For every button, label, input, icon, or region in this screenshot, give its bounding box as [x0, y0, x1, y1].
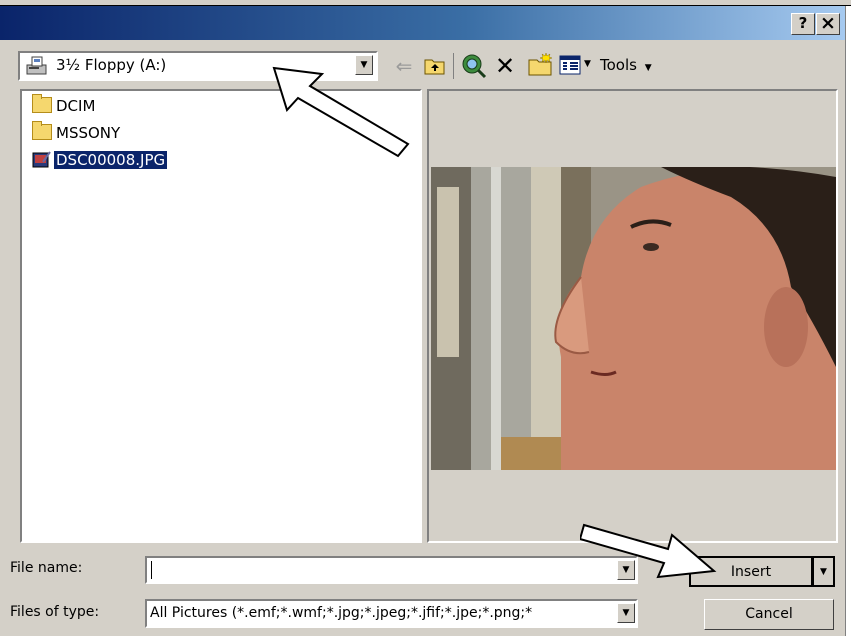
tools-chevron-down-icon: ▼ [644, 63, 652, 73]
text-cursor [151, 561, 152, 579]
files-of-type-value: All Pictures (*.emf;*.wmf;*.jpg;*.jpeg;*… [150, 605, 533, 621]
look-in-value: 3½ Floppy (A:) [56, 56, 167, 74]
files-of-type-label: Files of type: [10, 604, 100, 620]
title-bar [0, 6, 845, 40]
chevron-down-icon: ▼ [622, 608, 630, 618]
file-name: DCIM [56, 97, 96, 115]
close-button[interactable]: × [816, 13, 840, 35]
search-web-icon[interactable] [461, 53, 487, 79]
views-dropdown-icon[interactable]: ▼ [584, 59, 591, 69]
files-of-type-dropdown-button[interactable]: ▼ [617, 603, 635, 623]
help-button[interactable]: ? [791, 13, 815, 35]
close-icon: × [820, 12, 836, 34]
file-name: MSSONY [56, 124, 121, 142]
toolbar-separator [453, 53, 454, 79]
annotation-arrow-insert [580, 523, 717, 579]
file-name-label: File name: [10, 560, 83, 576]
insert-dropdown-button[interactable]: ▼ [813, 556, 835, 587]
folder-icon [32, 94, 52, 113]
chevron-down-icon: ▼ [820, 567, 827, 577]
views-icon[interactable] [559, 55, 581, 75]
preview-image [431, 167, 836, 470]
list-item-dsc00008[interactable]: DSC00008.JPG [32, 149, 168, 171]
floppy-drive-icon [26, 56, 48, 76]
image-file-icon [32, 150, 52, 168]
tools-label: Tools [600, 56, 637, 74]
file-name-selected: DSC00008.JPG [54, 151, 168, 169]
list-item-dcim[interactable]: DCIM [32, 94, 96, 117]
new-folder-icon[interactable] [528, 52, 554, 78]
files-of-type-select[interactable]: All Pictures (*.emf;*.wmf;*.jpg;*.jpeg;*… [145, 599, 638, 628]
annotation-arrow-look-in [272, 66, 410, 158]
tools-menu[interactable]: Tools ▼ [600, 56, 652, 74]
right-border [845, 6, 851, 636]
delete-icon[interactable]: ✕ [492, 54, 518, 78]
cancel-label: Cancel [745, 606, 793, 622]
up-one-level-icon[interactable] [424, 55, 446, 77]
help-icon: ? [798, 14, 808, 32]
insert-label: Insert [730, 564, 772, 580]
preview-pane [427, 89, 838, 543]
file-name-input[interactable] [145, 556, 638, 584]
list-item-mssony[interactable]: MSSONY [32, 121, 121, 144]
cancel-button[interactable]: Cancel [704, 599, 834, 630]
folder-icon [32, 121, 52, 140]
